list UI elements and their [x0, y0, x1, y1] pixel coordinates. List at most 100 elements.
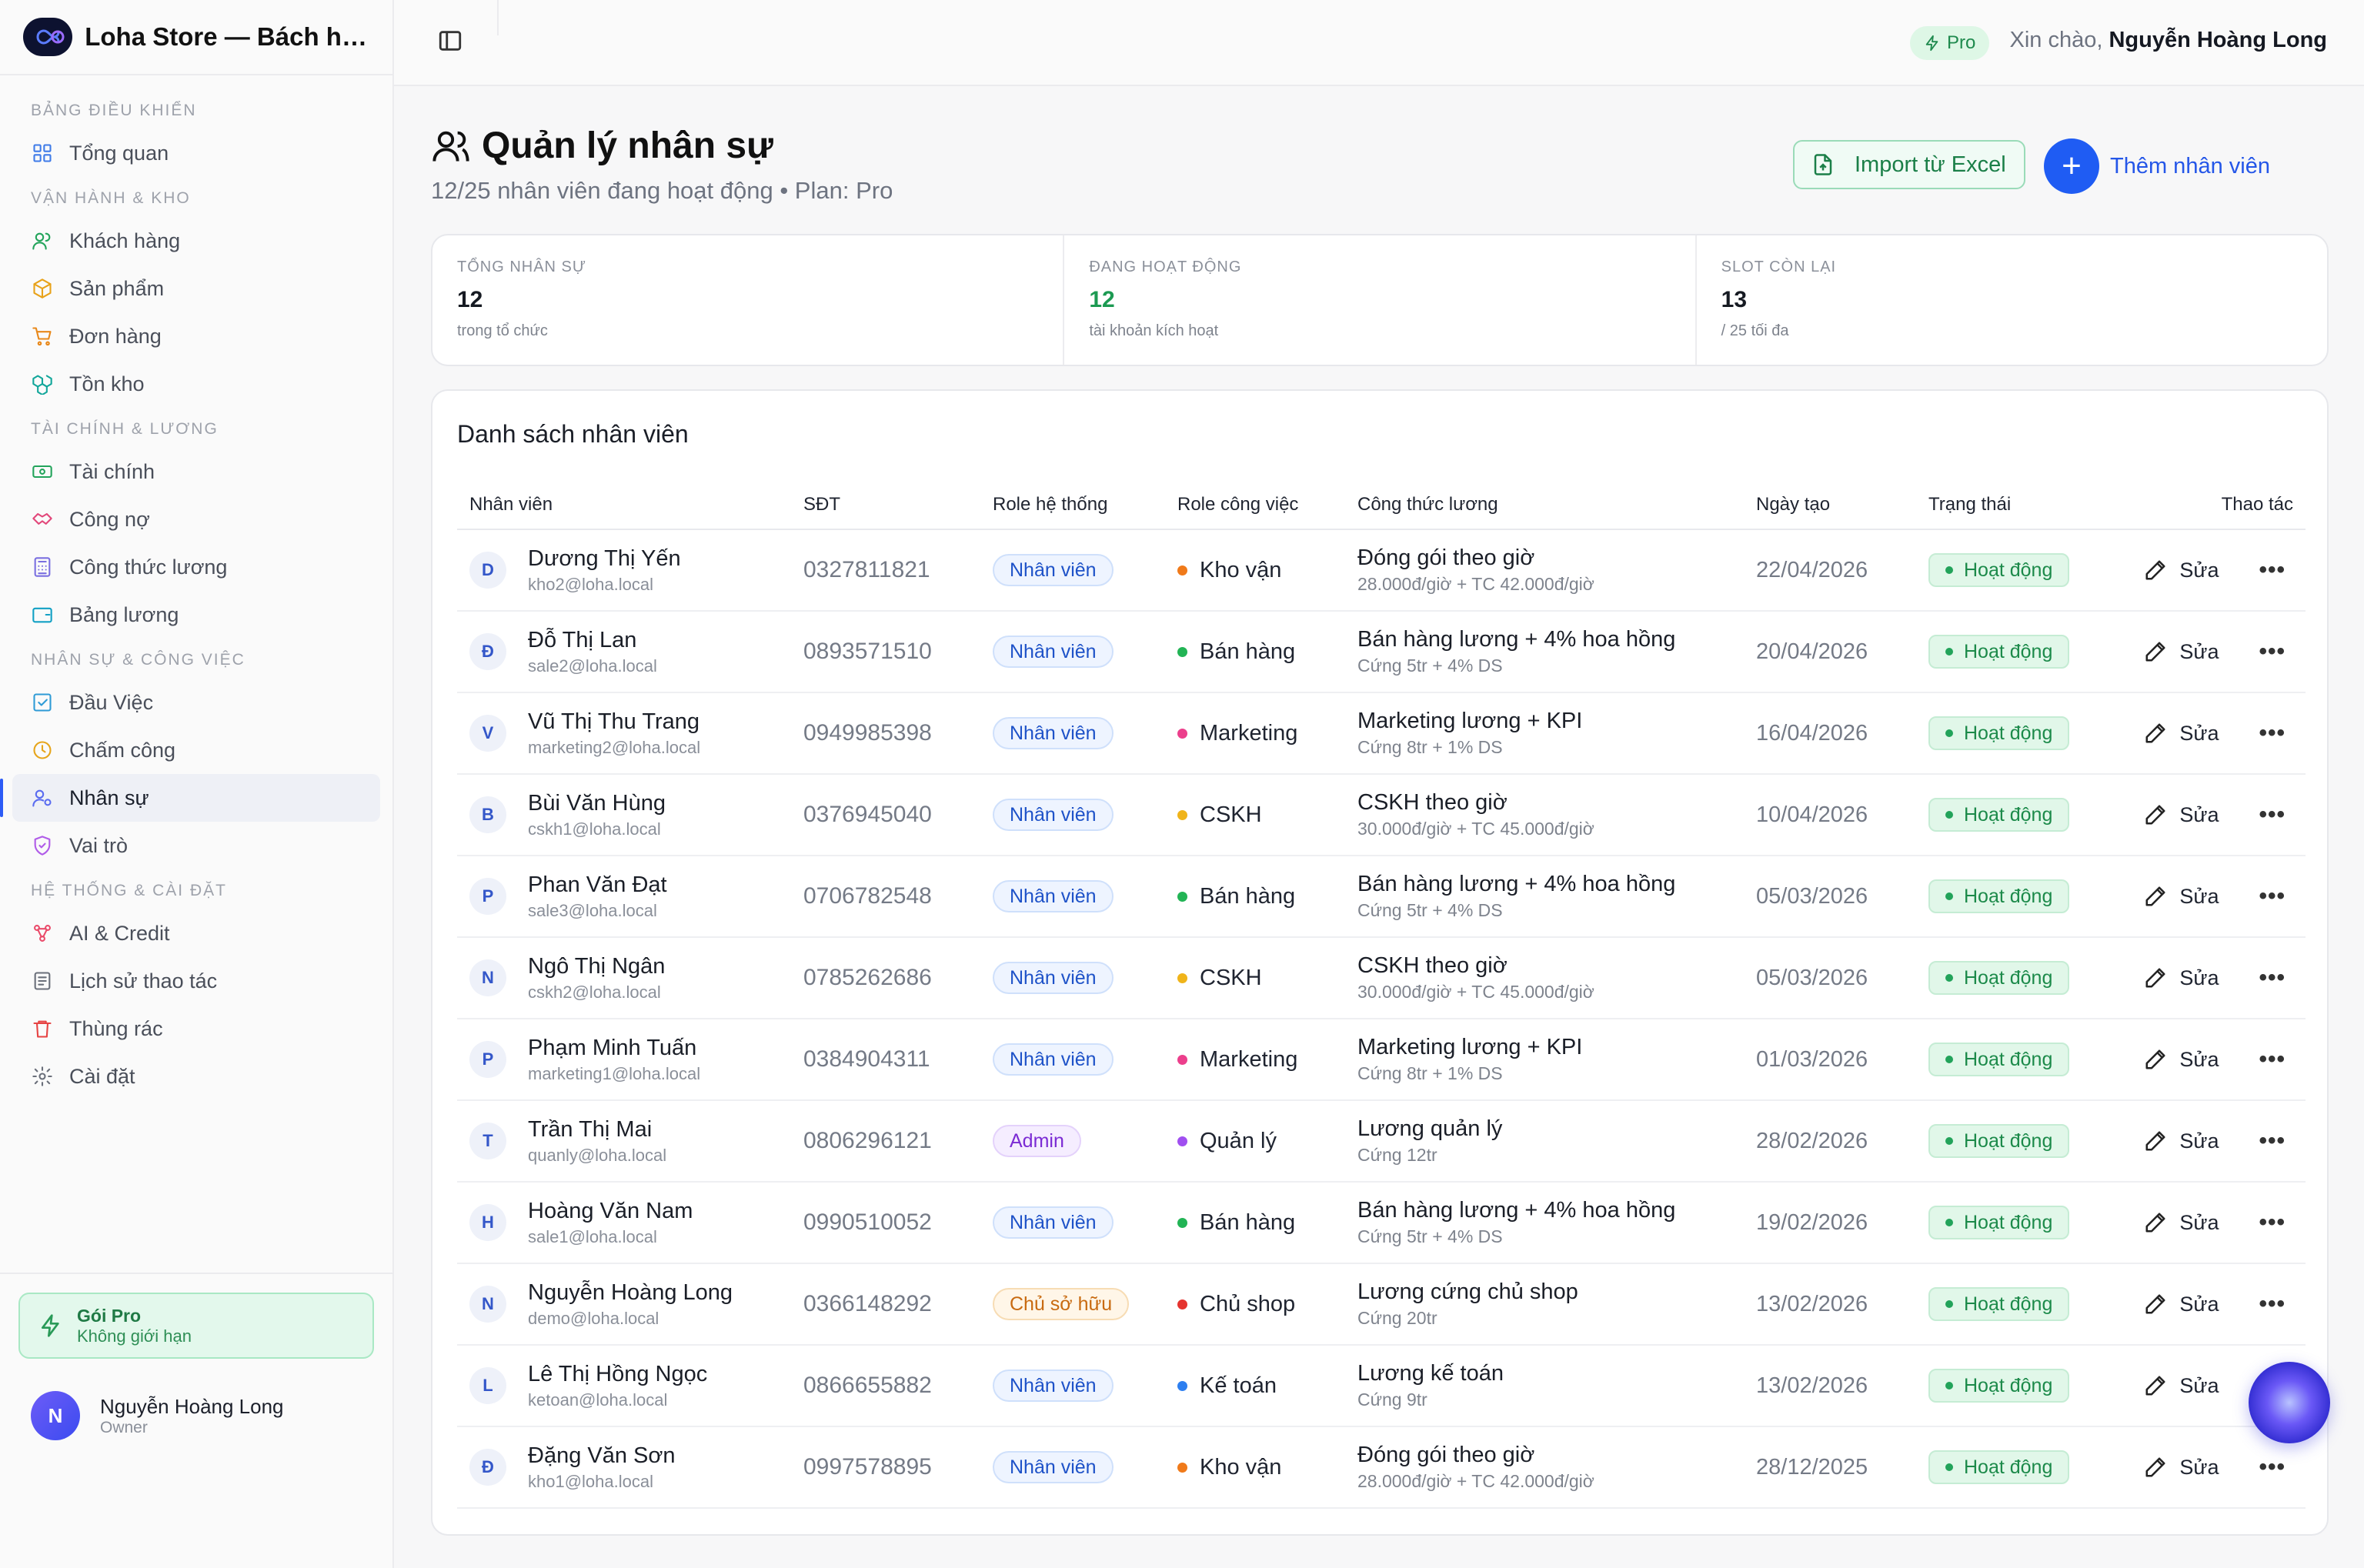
sidebar-item[interactable]: Đơn hàng	[12, 312, 380, 360]
job-role-label: Quản lý	[1200, 1128, 1277, 1153]
edit-button[interactable]: Sửa	[2144, 722, 2219, 746]
sidebar-item[interactable]: Khách hàng	[12, 217, 380, 265]
add-employee-button[interactable]: + Thêm nhân viên	[2044, 138, 2270, 194]
edit-button[interactable]: Sửa	[2144, 640, 2219, 664]
sidebar-item-label: Thùng rác	[69, 1016, 163, 1040]
sidebar-item[interactable]: Công nợ	[12, 495, 380, 543]
edit-button[interactable]: Sửa	[2144, 1048, 2219, 1072]
sidebar-item[interactable]: Tồn kho	[12, 360, 380, 408]
table-row[interactable]: T Trần Thị Mai quanly@loha.local 0806296…	[457, 1100, 2306, 1183]
stats-row: TỔNG NHÂN SỰ 12 trong tổ chức ĐANG HOẠT Đ…	[431, 234, 2329, 366]
edit-button[interactable]: Sửa	[2144, 559, 2219, 582]
employee-name[interactable]: Phan Văn Đạt	[528, 872, 667, 898]
divider	[497, 0, 499, 35]
column-header: SĐT	[803, 480, 993, 530]
stat-label: ĐANG HOẠT ĐỘNG	[1089, 259, 1242, 275]
table-row[interactable]: N Ngô Thị Ngân cskh2@loha.local 07852626…	[457, 937, 2306, 1019]
plan-card[interactable]: Gói Pro Không giới hạn	[18, 1293, 374, 1359]
table-row[interactable]: Đ Đỗ Thị Lan sale2@loha.local 0893571510…	[457, 611, 2306, 693]
sidebar-item[interactable]: Chấm công	[12, 726, 380, 774]
sidebar-item[interactable]: Vai trò	[12, 822, 380, 869]
employee-name[interactable]: Phạm Minh Tuấn	[528, 1036, 700, 1061]
actions-cell: Sửa •••	[2144, 1019, 2306, 1101]
sidebar-item[interactable]: AI & Credit	[12, 909, 380, 957]
import-excel-button[interactable]: Import từ Excel	[1793, 140, 2025, 189]
more-options-icon[interactable]: •••	[2259, 1048, 2286, 1071]
stat-card: TỔNG NHÂN SỰ 12 trong tổ chức	[432, 235, 1065, 365]
sidebar-item[interactable]: Sản phẩm	[12, 265, 380, 312]
employee-name[interactable]: Ngô Thị Ngân	[528, 954, 665, 979]
table-row[interactable]: N Nguyễn Hoàng Long demo@loha.local 0366…	[457, 1263, 2306, 1346]
more-options-icon[interactable]: •••	[2259, 885, 2286, 908]
sidebar-item[interactable]: Nhân sự	[0, 774, 380, 822]
employee-name[interactable]: Đặng Văn Sơn	[528, 1443, 676, 1469]
status-label: Hoạt động	[1964, 640, 2053, 662]
sidebar-item-label: Cài đặt	[69, 1064, 135, 1088]
sidebar-item[interactable]: Tổng quan	[12, 129, 380, 177]
table-row[interactable]: P Phan Văn Đạt sale3@loha.local 07067825…	[457, 856, 2306, 938]
edit-button[interactable]: Sửa	[2144, 1211, 2219, 1235]
brand-header[interactable]: Loha Store — Bách hóa ...	[0, 0, 392, 75]
actions-cell: Sửa •••	[2144, 692, 2306, 775]
edit-button[interactable]: Sửa	[2144, 966, 2219, 990]
edit-button[interactable]: Sửa	[2144, 885, 2219, 909]
table-row[interactable]: P Phạm Minh Tuấn marketing1@loha.local 0…	[457, 1019, 2306, 1101]
employee-name[interactable]: Hoàng Văn Nam	[528, 1199, 693, 1224]
stat-sub: tài khoản kích hoạt	[1089, 322, 1219, 339]
employee-cell: N Nguyễn Hoàng Long demo@loha.local	[457, 1263, 803, 1346]
sidebar-item[interactable]: Cài đặt	[12, 1053, 380, 1100]
employee-name[interactable]: Dương Thị Yến	[528, 546, 681, 572]
table-row[interactable]: V Vũ Thị Thu Trang marketing2@loha.local…	[457, 692, 2306, 775]
job-role-cell: Bán hàng	[1177, 1182, 1357, 1264]
current-user[interactable]: N Nguyễn Hoàng Long Owner	[18, 1391, 374, 1440]
pencil-icon	[2145, 723, 2165, 743]
pencil-icon	[2145, 642, 2165, 662]
salary-formula-cell: Đóng gói theo giờ 28.000đ/giờ + TC 42.000…	[1357, 529, 1756, 612]
employee-phone: 0997578895	[803, 1454, 932, 1480]
job-role-dot	[1177, 1054, 1187, 1065]
table-row[interactable]: Đ Đặng Văn Sơn kho1@loha.local 099757889…	[457, 1426, 2306, 1509]
sidebar-item[interactable]: Bảng lương	[12, 591, 380, 639]
more-options-icon[interactable]: •••	[2259, 803, 2286, 826]
employee-name[interactable]: Đỗ Thị Lan	[528, 628, 657, 653]
system-role-cell: Nhân viên	[993, 611, 1177, 693]
table-row[interactable]: D Dương Thị Yến kho2@loha.local 03278118…	[457, 529, 2306, 612]
edit-button[interactable]: Sửa	[2144, 1293, 2219, 1316]
salary-formula-cell: Bán hàng lương + 4% hoa hồng Cứng 5tr + 4…	[1357, 1182, 1756, 1264]
sidebar-item[interactable]: Lịch sử thao tác	[12, 957, 380, 1005]
sidebar-item[interactable]: Tài chính	[12, 448, 380, 495]
edit-button[interactable]: Sửa	[2144, 803, 2219, 827]
plan-badge[interactable]: Pro	[1910, 26, 1990, 60]
system-role-cell: Admin	[993, 1100, 1177, 1183]
created-date-cell: 13/02/2026	[1756, 1263, 1928, 1346]
sidebar-item[interactable]: Đầu Việc	[12, 679, 380, 726]
employee-name[interactable]: Lê Thị Hồng Ngọc	[528, 1362, 707, 1387]
more-options-icon[interactable]: •••	[2259, 559, 2286, 582]
employee-name[interactable]: Vũ Thị Thu Trang	[528, 709, 700, 735]
more-options-icon[interactable]: •••	[2259, 1456, 2286, 1479]
employee-name[interactable]: Trần Thị Mai	[528, 1117, 666, 1143]
edit-button[interactable]: Sửa	[2144, 1129, 2219, 1153]
more-options-icon[interactable]: •••	[2259, 1129, 2286, 1153]
table-row[interactable]: B Bùi Văn Hùng cskh1@loha.local 03769450…	[457, 774, 2306, 856]
table-row[interactable]: H Hoàng Văn Nam sale1@loha.local 0990510…	[457, 1182, 2306, 1264]
employee-name[interactable]: Nguyễn Hoàng Long	[528, 1280, 733, 1306]
table-row[interactable]: L Lê Thị Hồng Ngọc ketoan@loha.local 086…	[457, 1345, 2306, 1427]
sidebar-item[interactable]: Thùng rác	[12, 1005, 380, 1053]
phone-cell: 0949985398	[803, 692, 993, 775]
employee-name[interactable]: Bùi Văn Hùng	[528, 791, 666, 816]
sidebar-toggle-icon[interactable]	[437, 28, 463, 54]
more-options-icon[interactable]: •••	[2259, 1293, 2286, 1316]
ai-assistant-button[interactable]	[2249, 1362, 2330, 1443]
status-dot	[1945, 566, 1953, 574]
sidebar-nav: BẢNG ĐIỀU KHIỂN Tổng quan VẬN HÀNH & KHO Kh…	[0, 75, 392, 1100]
employee-cell: D Dương Thị Yến kho2@loha.local	[457, 529, 803, 612]
more-options-icon[interactable]: •••	[2259, 966, 2286, 989]
edit-button[interactable]: Sửa	[2144, 1456, 2219, 1480]
employee-email: sale3@loha.local	[528, 900, 657, 920]
more-options-icon[interactable]: •••	[2259, 640, 2286, 663]
edit-button[interactable]: Sửa	[2144, 1374, 2219, 1398]
more-options-icon[interactable]: •••	[2259, 1211, 2286, 1234]
sidebar-item[interactable]: Công thức lương	[12, 543, 380, 591]
more-options-icon[interactable]: •••	[2259, 722, 2286, 745]
